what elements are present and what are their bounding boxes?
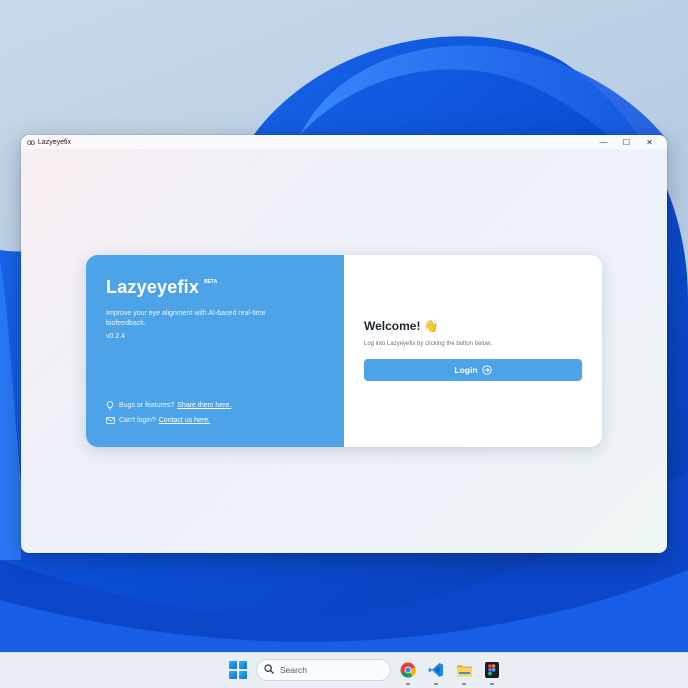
windows-start-icon[interactable] [229, 661, 247, 679]
file-explorer-icon[interactable] [454, 660, 474, 685]
search-placeholder: Search [280, 665, 307, 675]
login-help-text: Can't login? [119, 417, 156, 424]
title-bar[interactable]: oo Lazyeyefix — ☐ ✕ [21, 135, 667, 149]
welcome-heading: Welcome! 👋 [364, 319, 439, 333]
chrome-icon[interactable] [398, 660, 418, 685]
login-card: Lazyeyefix BETA Improve your eye alignme… [86, 255, 602, 447]
login-help-row: Can't login? Contact us here. [106, 417, 210, 424]
login-button[interactable]: Login [364, 359, 582, 381]
running-indicator [490, 683, 494, 685]
bugs-text: Bugs or features? [119, 402, 175, 409]
beta-badge: BETA [204, 279, 218, 285]
mail-icon [106, 417, 115, 424]
login-button-label: Login [454, 365, 478, 375]
tagline: Improve your eye alignment with AI-based… [106, 310, 266, 327]
app-window: oo Lazyeyefix — ☐ ✕ Lazyeyefix BETA Impr… [21, 135, 667, 553]
figma-icon[interactable] [482, 660, 502, 685]
running-indicator [406, 683, 410, 685]
glasses-icon: oo [27, 137, 35, 147]
maximize-button[interactable]: ☐ [615, 135, 638, 149]
brand-title: Lazyeyefix [106, 277, 200, 297]
version-label: v0.2.4 [106, 333, 126, 340]
search-icon [264, 661, 274, 679]
info-panel: Lazyeyefix BETA Improve your eye alignme… [86, 255, 344, 447]
minimize-button[interactable]: — [592, 135, 615, 149]
taskbar-search[interactable]: Search [256, 659, 391, 681]
login-instructions: Log into Lazyeyefix by clicking the butt… [364, 341, 492, 347]
bugs-row: Bugs or features? Share them here. [106, 401, 231, 410]
share-feedback-link[interactable]: Share them here. [177, 402, 231, 409]
lightbulb-icon [106, 401, 115, 410]
taskbar: Search [0, 652, 688, 688]
running-indicator [434, 683, 438, 685]
login-panel: Welcome! 👋 Log into Lazyeyefix by clicki… [344, 255, 602, 447]
vscode-icon[interactable] [426, 660, 446, 685]
close-button[interactable]: ✕ [638, 135, 661, 149]
contact-link[interactable]: Contact us here. [159, 417, 210, 424]
running-indicator [462, 683, 466, 685]
window-title: Lazyeyefix [37, 138, 71, 146]
arrow-circle-right-icon [481, 365, 492, 375]
